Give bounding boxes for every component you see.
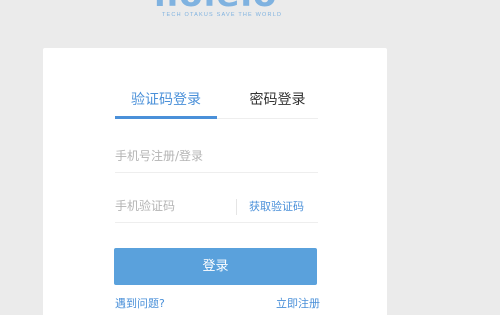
code-field: 获取验证码 — [115, 192, 318, 223]
tab-password-login[interactable]: 密码登录 — [237, 88, 318, 118]
verification-code-input[interactable] — [115, 192, 230, 220]
register-link[interactable]: 立即注册 — [276, 295, 320, 311]
phone-field — [115, 142, 318, 173]
logo-wordmark: ilolelo — [154, 0, 277, 12]
phone-input[interactable] — [115, 142, 295, 170]
get-code-button[interactable]: 获取验证码 — [236, 199, 304, 215]
help-link[interactable]: 遇到问题? — [115, 295, 165, 311]
login-card: 验证码登录 密码登录 获取验证码 登录 遇到问题? 立即注册 — [43, 48, 387, 315]
tab-sms-login[interactable]: 验证码登录 — [115, 88, 217, 119]
login-page: ilolelo TECH OTAKUS SAVE THE WORLD 验证码登录… — [0, 0, 500, 315]
brand-logo: ilolelo TECH OTAKUS SAVE THE WORLD — [120, 0, 300, 24]
login-tabs: 验证码登录 密码登录 — [115, 88, 318, 119]
logo-tagline: TECH OTAKUS SAVE THE WORLD — [162, 12, 283, 18]
login-button[interactable]: 登录 — [114, 248, 317, 285]
